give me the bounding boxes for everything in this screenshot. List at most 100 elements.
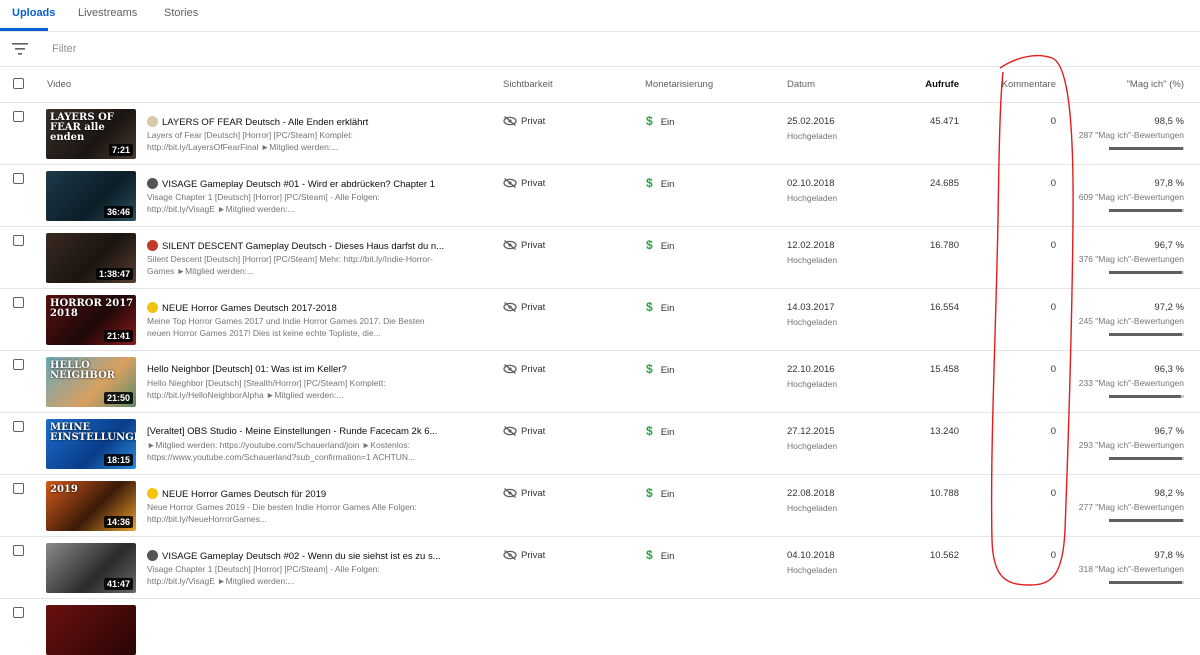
- monetization-dropdown[interactable]: $ Ein: [646, 238, 674, 252]
- column-comments[interactable]: Kommentare: [1002, 79, 1056, 90]
- filter-input[interactable]: [52, 41, 352, 57]
- views-count: 16.554: [929, 302, 959, 313]
- tab-stories[interactable]: Stories: [164, 7, 198, 19]
- visibility-dropdown[interactable]: Privat: [503, 239, 545, 251]
- likes-count: 376 "Mag ich"-Bewertungen: [1078, 254, 1184, 264]
- monetization-dropdown[interactable]: $ Ein: [646, 176, 674, 190]
- column-views[interactable]: Aufrufe: [925, 79, 959, 90]
- visibility-dropdown[interactable]: Privat: [503, 177, 545, 189]
- video-title[interactable]: [Veraltet] OBS Studio - Meine Einstellun…: [147, 426, 447, 437]
- tab-livestreams[interactable]: Livestreams: [78, 7, 137, 19]
- upload-status: Hochgeladen: [787, 317, 838, 327]
- video-duration: 21:41: [103, 330, 133, 342]
- video-title[interactable]: VISAGE Gameplay Deutsch #02 - Wenn du si…: [147, 550, 447, 562]
- filter-icon[interactable]: [12, 43, 28, 55]
- dollar-icon: $: [646, 176, 653, 190]
- monetization-dropdown[interactable]: $ Ein: [646, 362, 674, 376]
- likes-percent: 98,5 %: [1154, 116, 1184, 127]
- video-duration: 18:15: [103, 454, 133, 466]
- title-emoji-icon: [147, 178, 158, 189]
- row-checkbox[interactable]: [13, 111, 24, 122]
- visibility-dropdown[interactable]: Privat: [503, 301, 545, 313]
- monetization-dropdown[interactable]: $ Ein: [646, 548, 674, 562]
- views-count: 13.240: [929, 426, 959, 437]
- visibility-dropdown[interactable]: Privat: [503, 115, 546, 127]
- table-row[interactable]: 36:46 VISAGE Gameplay Deutsch #01 - Wird…: [0, 165, 1200, 227]
- dollar-icon: $: [646, 362, 653, 376]
- row-checkbox[interactable]: [13, 483, 24, 494]
- comments-count: 0: [1050, 364, 1056, 375]
- upload-status: Hochgeladen: [787, 255, 838, 265]
- video-title[interactable]: NEUE Horror Games Deutsch für 2019: [147, 488, 447, 500]
- visibility-label: Privat: [521, 488, 546, 499]
- monetization-dropdown[interactable]: $ Ein: [646, 114, 674, 128]
- video-thumbnail[interactable]: LAYERS OF FEAR alle enden 7:21: [46, 109, 136, 159]
- column-date[interactable]: Datum: [787, 79, 815, 90]
- video-title[interactable]: LAYERS OF FEAR Deutsch - Alle Enden erkl…: [147, 116, 447, 128]
- row-checkbox[interactable]: [13, 421, 24, 432]
- thumbnail-text: MEINE EINSTELLUNGEN: [50, 422, 136, 443]
- likes-bar: [1109, 147, 1184, 150]
- video-thumbnail[interactable]: 36:46: [46, 171, 136, 221]
- monetization-dropdown[interactable]: $ Ein: [646, 300, 674, 314]
- video-title[interactable]: Hello Neighbor [Deutsch] 01: Was ist im …: [147, 364, 447, 375]
- monetization-dropdown[interactable]: $ Ein: [646, 424, 674, 438]
- monetization-label: Ein: [660, 551, 675, 562]
- comments-count: 0: [1050, 178, 1056, 189]
- table-row[interactable]: HORROR 2017 2018 21:41 NEUE Horror Games…: [0, 289, 1200, 351]
- visibility-dropdown[interactable]: Privat: [503, 487, 546, 499]
- table-row[interactable]: 41:47 VISAGE Gameplay Deutsch #02 - Wenn…: [0, 537, 1200, 599]
- monetization-dropdown[interactable]: $ Ein: [646, 486, 674, 500]
- eye-off-icon: [503, 239, 517, 251]
- table-row[interactable]: 2019 14:36 NEUE Horror Games Deutsch für…: [0, 475, 1200, 537]
- likes-bar-fill: [1109, 457, 1182, 460]
- table-row[interactable]: HELLO NEIGHBOR 21:50 Hello Neighbor [Deu…: [0, 351, 1200, 413]
- filter-bar: [0, 32, 1200, 67]
- column-likes[interactable]: "Mag ich" (%): [1127, 79, 1184, 90]
- table-header: Video Sichtbarkeit Monetarisierung Datum…: [0, 67, 1200, 103]
- video-title[interactable]: VISAGE Gameplay Deutsch #01 - Wird er ab…: [147, 178, 447, 190]
- title-emoji-icon: [147, 302, 158, 313]
- visibility-label: Privat: [521, 116, 546, 127]
- video-title[interactable]: NEUE Horror Games Deutsch 2017-2018: [147, 302, 447, 314]
- video-description: Silent Descent [Deutsch] [Horror] [PC/St…: [147, 254, 433, 276]
- video-title-text: [Veraltet] OBS Studio - Meine Einstellun…: [147, 426, 438, 437]
- video-thumbnail[interactable]: 41:47: [46, 543, 136, 593]
- visibility-dropdown[interactable]: Privat: [503, 363, 545, 375]
- video-description: Hello Nieghbor [Deutsch] [Stealth/Horror…: [147, 378, 386, 400]
- tab-bar: Uploads Livestreams Stories: [0, 0, 1200, 32]
- comments-count: 0: [1050, 240, 1056, 251]
- video-thumbnail[interactable]: HORROR 2017 2018 21:41: [46, 295, 136, 345]
- video-title-text: NEUE Horror Games Deutsch für 2019: [162, 489, 327, 500]
- table-row[interactable]: 1:38:47 SILENT DESCENT Gameplay Deutsch …: [0, 227, 1200, 289]
- likes-bar-fill: [1109, 519, 1183, 522]
- row-checkbox[interactable]: [13, 359, 24, 370]
- visibility-dropdown[interactable]: Privat: [503, 425, 545, 437]
- upload-date: 04.10.2018: [787, 550, 835, 561]
- table-row[interactable]: LAYERS OF FEAR alle enden 7:21 LAYERS OF…: [0, 103, 1200, 165]
- video-thumbnail[interactable]: MEINE EINSTELLUNGEN 18:15: [46, 419, 136, 469]
- row-checkbox[interactable]: [13, 297, 24, 308]
- video-title[interactable]: SILENT DESCENT Gameplay Deutsch - Dieses…: [147, 240, 447, 252]
- tab-uploads[interactable]: Uploads: [12, 7, 55, 19]
- row-checkbox[interactable]: [13, 545, 24, 556]
- upload-status: Hochgeladen: [787, 565, 838, 575]
- visibility-dropdown[interactable]: Privat: [503, 549, 545, 561]
- video-duration: 7:21: [108, 144, 133, 156]
- row-checkbox[interactable]: [13, 173, 24, 184]
- dollar-icon: $: [646, 486, 653, 500]
- select-all-checkbox[interactable]: [13, 78, 24, 89]
- table-row[interactable]: [0, 599, 1200, 655]
- likes-count: 245 "Mag ich"-Bewertungen: [1078, 316, 1184, 326]
- video-thumbnail[interactable]: HELLO NEIGHBOR 21:50: [46, 357, 136, 407]
- row-checkbox[interactable]: [13, 235, 24, 246]
- video-thumbnail[interactable]: 2019 14:36: [46, 481, 136, 531]
- likes-count: 277 "Mag ich"-Bewertungen: [1078, 502, 1184, 512]
- video-thumbnail[interactable]: 1:38:47: [46, 233, 136, 283]
- comments-count: 0: [1050, 302, 1056, 313]
- video-title-text: VISAGE Gameplay Deutsch #02 - Wenn du si…: [162, 551, 441, 562]
- comments-count: 0: [1050, 488, 1056, 499]
- table-row[interactable]: MEINE EINSTELLUNGEN 18:15 [Veraltet] OBS…: [0, 413, 1200, 475]
- upload-date: 22.10.2016: [787, 364, 835, 375]
- video-title-text: Hello Neighbor [Deutsch] 01: Was ist im …: [147, 364, 347, 375]
